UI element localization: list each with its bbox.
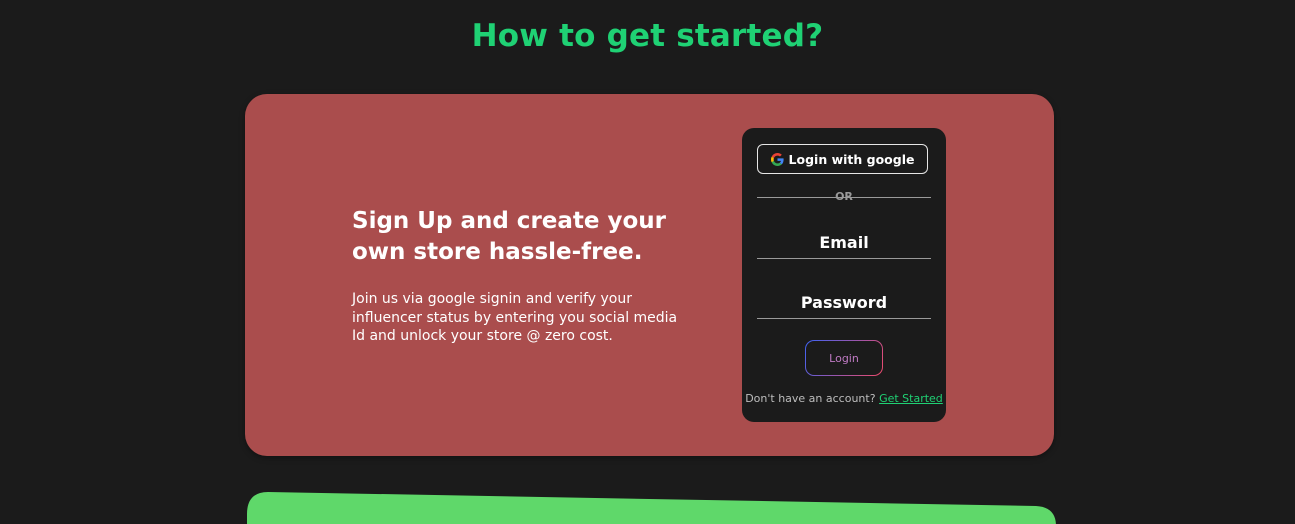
page: How to get started? Sign Up and create y… bbox=[0, 0, 1295, 524]
signup-prompt-row: Don't have an account? Get Started bbox=[742, 392, 946, 405]
login-button[interactable]: Login bbox=[805, 340, 883, 376]
login-button-label: Login bbox=[806, 341, 882, 375]
or-divider: OR bbox=[757, 190, 931, 204]
email-field[interactable]: Email bbox=[757, 228, 931, 259]
google-button-label: Login with google bbox=[788, 151, 915, 167]
signup-step-card: Sign Up and create your own store hassle… bbox=[245, 94, 1054, 456]
divider-text: OR bbox=[835, 190, 853, 203]
card-description: Join us via google signin and verify you… bbox=[352, 291, 678, 344]
password-field[interactable]: Password bbox=[757, 288, 931, 319]
login-preview-panel: Login with google OR Email Password Logi… bbox=[742, 128, 946, 422]
card-title: Sign Up and create your own store hassle… bbox=[352, 208, 667, 265]
get-started-link[interactable]: Get Started bbox=[879, 392, 943, 405]
section-heading: How to get started? bbox=[471, 18, 824, 54]
login-with-google-button[interactable]: Login with google bbox=[757, 144, 928, 174]
signup-prompt-text: Don't have an account? bbox=[745, 392, 876, 405]
google-icon bbox=[770, 152, 784, 166]
